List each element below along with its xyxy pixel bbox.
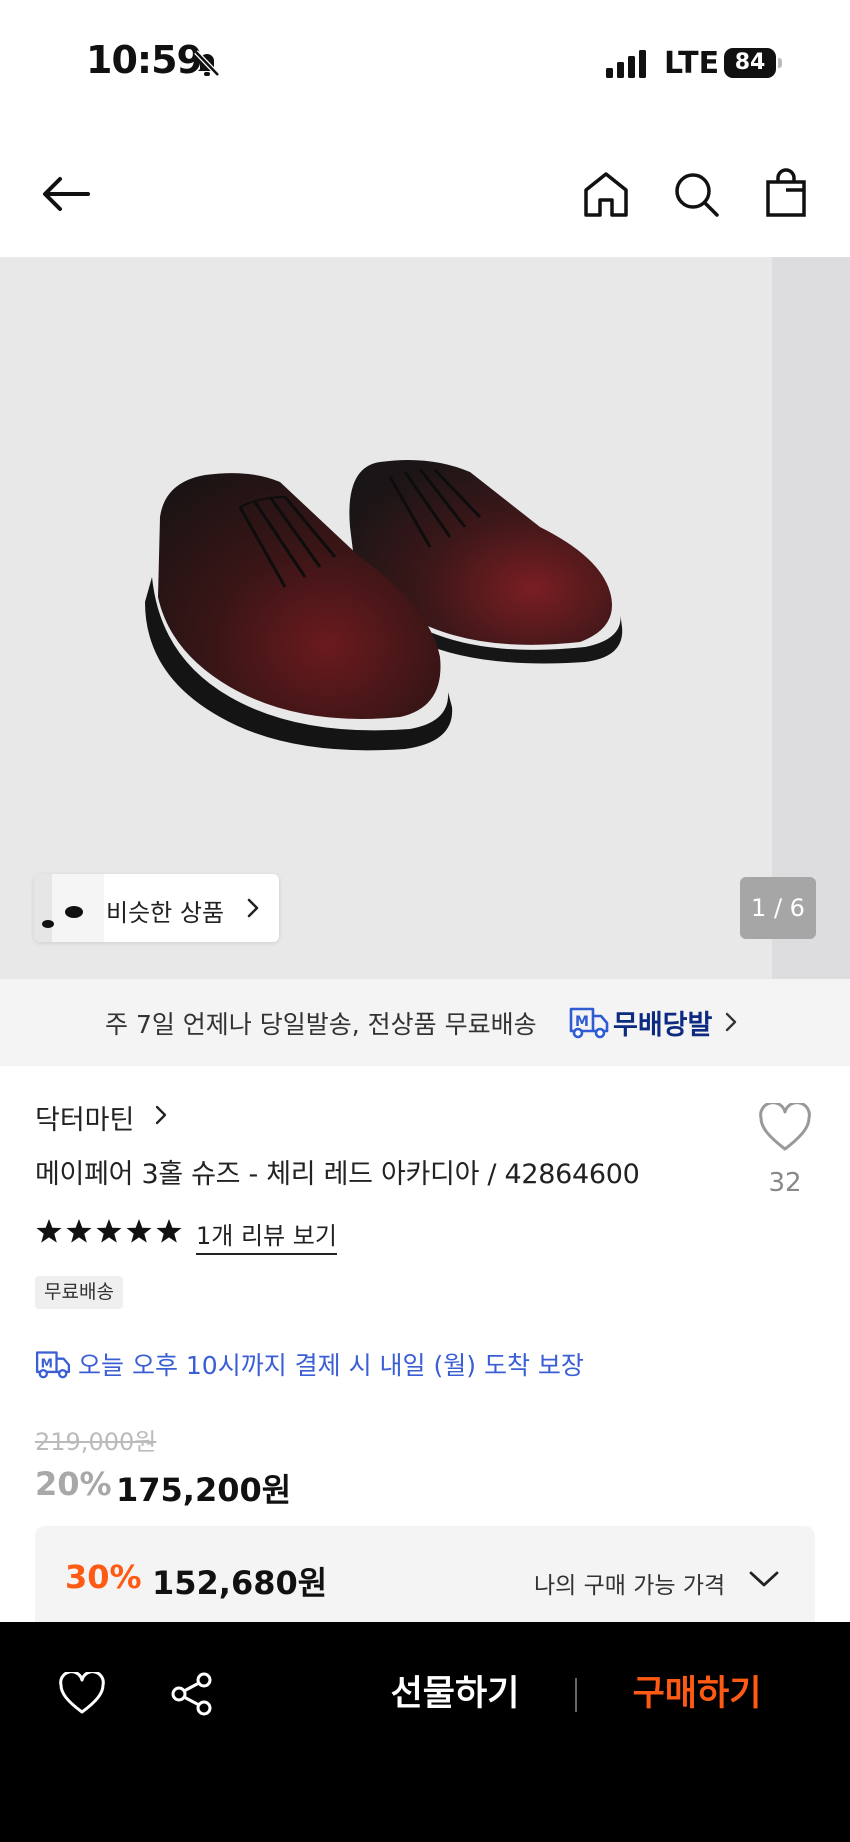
delivery-banner-text: 주 7일 언제나 당일발송, 전상품 무료배송: [105, 1010, 537, 1039]
buy-button[interactable]: 구매하기: [612, 1664, 782, 1724]
product-photo-shoes: [145, 459, 623, 751]
network-type: LTE: [664, 46, 720, 81]
rating-stars: [36, 1219, 182, 1243]
mubaedang-badge: 무배당발: [613, 1010, 713, 1041]
discount-rate: 20%: [35, 1465, 112, 1503]
arrow-left-icon[interactable]: [40, 168, 92, 220]
chevron-down-icon[interactable]: [748, 1568, 780, 1590]
battery-level: 84: [724, 48, 776, 78]
status-bar: 10:59 LTE 84: [0, 0, 850, 120]
brand-link[interactable]: 닥터마틴: [35, 1098, 134, 1137]
similar-products-thumbnails: [34, 874, 104, 942]
chevron-right-icon: [247, 898, 259, 918]
gift-button[interactable]: 선물하기: [370, 1664, 540, 1724]
shopping-bag-icon[interactable]: [760, 168, 812, 220]
share-icon[interactable]: [170, 1672, 214, 1716]
like-count: 32: [768, 1168, 802, 1198]
sale-price: 175,200원: [116, 1471, 292, 1509]
delivery-banner[interactable]: 주 7일 언제나 당일발송, 전상품 무료배송 M 무배당발: [0, 979, 850, 1066]
delivery-truck-icon: M: [569, 1007, 609, 1039]
original-price: 219,000원: [35, 1428, 157, 1456]
free-shipping-badge: 무료배송: [35, 1276, 123, 1309]
bottom-action-bar: 선물하기 구매하기: [0, 1622, 850, 1842]
product-title: 메이페어 3홀 슈즈 - 체리 레드 아카디아 / 42864600: [35, 1159, 640, 1190]
review-link[interactable]: 1개 리뷰 보기: [196, 1216, 337, 1255]
chevron-right-icon: [725, 1012, 737, 1032]
bell-slash-icon: [194, 50, 220, 77]
similar-products-button[interactable]: 비슷한 상품: [34, 874, 279, 942]
divider: [575, 1678, 577, 1712]
signal-icon: [606, 50, 646, 78]
status-time: 10:59: [86, 38, 203, 82]
chevron-right-icon[interactable]: [152, 1103, 170, 1127]
delivery-truck-icon: M: [35, 1351, 71, 1379]
my-price: 152,680원: [152, 1564, 328, 1602]
heart-icon[interactable]: [58, 1672, 106, 1716]
image-page-indicator: 1 / 6: [740, 877, 816, 939]
search-icon[interactable]: [670, 168, 722, 220]
svg-text:M: M: [41, 1357, 53, 1371]
home-icon[interactable]: [580, 168, 632, 220]
my-price-label: 나의 구매 가능 가격: [534, 1573, 726, 1599]
heart-icon[interactable]: [758, 1103, 812, 1153]
battery-icon: 84: [724, 48, 782, 78]
my-discount-rate: 30%: [65, 1558, 142, 1596]
my-price-box[interactable]: 30% 152,680원 나의 구매 가능 가격: [35, 1526, 815, 1626]
svg-text:M: M: [575, 1014, 589, 1030]
arrival-guarantee-text: 오늘 오후 10시까지 결제 시 내일 (월) 도착 보장: [78, 1351, 584, 1380]
top-nav: [0, 150, 850, 240]
similar-products-label: 비슷한 상품: [106, 899, 225, 927]
product-image-gallery[interactable]: 비슷한 상품 1 / 6: [0, 257, 850, 979]
